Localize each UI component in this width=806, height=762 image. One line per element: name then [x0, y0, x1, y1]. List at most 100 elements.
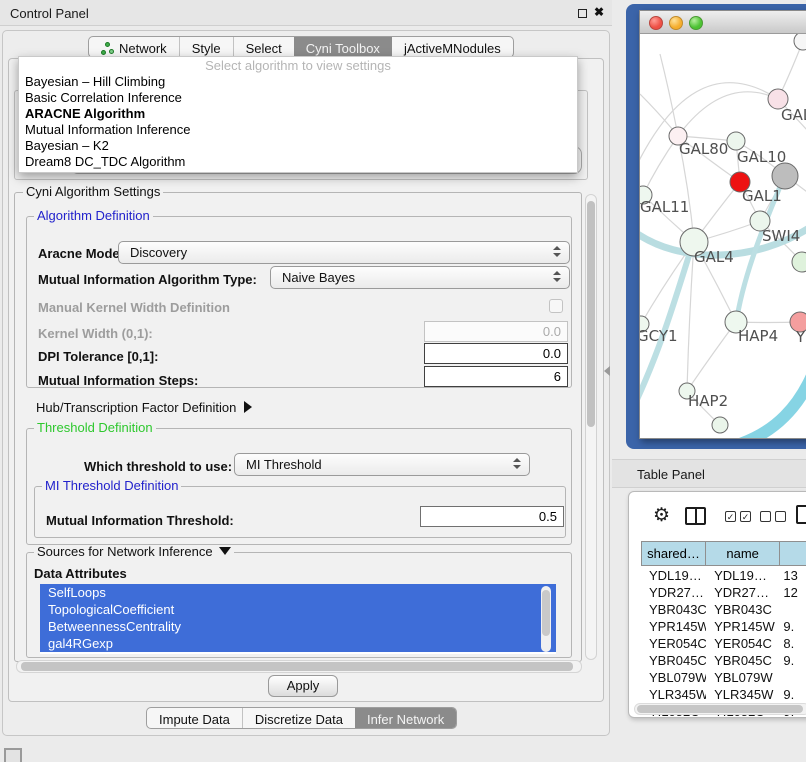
- table-horizontal-scrollbar[interactable]: [634, 703, 806, 715]
- algorithm-option[interactable]: Basic Correlation Inference: [19, 90, 577, 106]
- table-row[interactable]: YBR045CYBR045C9.: [641, 652, 806, 669]
- mi-algorithm-type-combo[interactable]: Naive Bayes: [270, 266, 570, 289]
- kernel-width-label: Kernel Width (0,1):: [38, 326, 153, 341]
- network-edge-thick[interactable]: [740, 366, 806, 438]
- algorithm-option[interactable]: Bayesian – K2: [19, 138, 577, 154]
- table-row[interactable]: YBR043CYBR043C: [641, 601, 806, 618]
- manual-kernel-width-label: Manual Kernel Width Definition: [38, 300, 230, 315]
- tab-style[interactable]: Style: [179, 37, 233, 57]
- network-node-label: HAP2: [688, 392, 728, 410]
- mi-threshold-field[interactable]: 0.5: [420, 506, 564, 527]
- network-node[interactable]: [792, 252, 806, 272]
- column-header[interactable]: shared…: [641, 541, 706, 566]
- settings-vertical-scrollbar[interactable]: [585, 194, 597, 660]
- network-edge[interactable]: [660, 54, 678, 136]
- data-attribute-item[interactable]: BetweennessCentrality: [40, 618, 556, 635]
- table-cell: 8.: [780, 635, 806, 652]
- algorithm-dropdown-popup: Select algorithm to view settings Bayesi…: [18, 56, 578, 173]
- network-node-label: GAL4: [694, 248, 734, 266]
- attributes-scrollbar[interactable]: [541, 586, 551, 652]
- network-node-label: GCY1: [640, 327, 678, 345]
- column-header[interactable]: name: [706, 541, 780, 566]
- table-cell: YPR145W: [641, 618, 706, 635]
- network-edge[interactable]: [687, 322, 736, 391]
- algorithm-dropdown-prompt: Select algorithm to view settings: [19, 59, 577, 74]
- which-threshold-combo[interactable]: MI Threshold: [234, 453, 530, 476]
- control-panel-tabstrip: Network Style Select Cyni Toolbox jActiv…: [88, 36, 514, 58]
- table-row[interactable]: YPR145WYPR145W9.: [641, 618, 806, 635]
- network-window: GALGAL80GAL10GAL1GAL11SWI4GAL4GCY1HAP4YH…: [639, 10, 806, 439]
- manual-kernel-width-checkbox[interactable]: [549, 299, 563, 313]
- sources-group-title[interactable]: Sources for Network Inference: [34, 546, 234, 558]
- algorithm-option[interactable]: Bayesian – Hill Climbing: [19, 74, 577, 90]
- panel-divider-arrow[interactable]: [604, 366, 610, 376]
- network-node-label: SWI4: [762, 227, 800, 245]
- column-selector-icon[interactable]: [685, 507, 706, 525]
- table-cell: YER054C: [641, 635, 706, 652]
- table-row[interactable]: YBL079WYBL079W: [641, 669, 806, 686]
- mi-steps-field[interactable]: 6: [424, 366, 568, 387]
- import-table-icon[interactable]: [796, 505, 806, 524]
- tab-impute-data[interactable]: Impute Data: [147, 708, 242, 728]
- dpi-tolerance-field[interactable]: 0.0: [424, 343, 568, 364]
- apply-button[interactable]: Apply: [268, 675, 338, 697]
- data-attribute-item[interactable]: gal4RGexp: [40, 635, 556, 652]
- expand-right-icon: [244, 401, 252, 413]
- network-node[interactable]: [794, 34, 806, 50]
- select-all-checkbox-icon[interactable]: ✓: [740, 511, 751, 522]
- network-canvas[interactable]: GALGAL80GAL10GAL1GAL11SWI4GAL4GCY1HAP4YH…: [640, 34, 806, 438]
- tab-network[interactable]: Network: [89, 37, 179, 57]
- app-screen: Control Panel ✖ Network Style Select Cyn…: [0, 0, 806, 762]
- table-row[interactable]: YDL19…YDL19…13: [641, 567, 806, 584]
- network-node[interactable]: [772, 163, 798, 189]
- table-cell: 12: [780, 584, 806, 601]
- column-header[interactable]: [780, 541, 806, 566]
- tab-discretize-data[interactable]: Discretize Data: [242, 708, 355, 728]
- data-attributes-list: SelfLoopsTopologicalCoefficientBetweenne…: [40, 584, 556, 654]
- table-row[interactable]: YDR27…YDR27…12: [641, 584, 806, 601]
- hub-definition-expander[interactable]: Hub/Transcription Factor Definition: [36, 400, 252, 415]
- table-cell: 13: [780, 567, 806, 584]
- combo-spinner-icon: [513, 458, 520, 469]
- tab-select[interactable]: Select: [233, 37, 294, 57]
- table-cell: YBR045C: [641, 652, 706, 669]
- window-close-icon[interactable]: [649, 16, 663, 30]
- select-all-checkbox-icon[interactable]: ✓: [725, 511, 736, 522]
- algorithm-option[interactable]: Mutual Information Inference: [19, 122, 577, 138]
- data-attribute-item[interactable]: SelfLoops: [40, 584, 556, 601]
- aracne-mode-combo[interactable]: Discovery: [118, 241, 570, 264]
- settings-horizontal-scrollbar[interactable]: [16, 660, 582, 673]
- network-node[interactable]: [712, 417, 728, 433]
- float-panel-icon[interactable]: [578, 9, 587, 18]
- combo-spinner-icon: [553, 271, 560, 282]
- tab-jactivemnodules[interactable]: jActiveMNodules: [392, 37, 513, 57]
- network-node-label: GAL11: [640, 198, 689, 216]
- deselect-all-checkbox-icon[interactable]: [775, 511, 786, 522]
- deselect-all-checkbox-icon[interactable]: [760, 511, 771, 522]
- table-cell: 9.: [780, 618, 806, 635]
- table-panel-titlebar: Table Panel: [612, 459, 806, 488]
- dpi-tolerance-label: DPI Tolerance [0,1]:: [38, 349, 158, 364]
- network-edge[interactable]: [678, 92, 778, 136]
- docked-panel-icon[interactable]: [4, 748, 22, 762]
- network-edge[interactable]: [640, 83, 778, 184]
- table-row[interactable]: YER054CYER054C8.: [641, 635, 806, 652]
- data-attribute-item[interactable]: TopologicalCoefficient: [40, 601, 556, 618]
- algorithm-option[interactable]: Dream8 DC_TDC Algorithm: [19, 154, 577, 170]
- table-cell: 9.: [780, 652, 806, 669]
- algorithm-option[interactable]: ARACNE Algorithm: [19, 106, 577, 122]
- kernel-width-field[interactable]: 0.0: [424, 321, 568, 342]
- tab-infer-network[interactable]: Infer Network: [355, 708, 456, 728]
- collapse-down-icon: [219, 547, 231, 555]
- table-panel: ⚙ ✓ ✓ shared… name YDL19…YDL19…13YDR27…Y…: [628, 491, 806, 718]
- threshold-definition-title: Threshold Definition: [34, 422, 156, 434]
- tab-cyni-toolbox[interactable]: Cyni Toolbox: [294, 37, 392, 57]
- window-minimize-icon[interactable]: [669, 16, 683, 30]
- window-zoom-icon[interactable]: [689, 16, 703, 30]
- close-panel-icon[interactable]: ✖: [594, 5, 604, 19]
- gear-icon[interactable]: ⚙: [653, 504, 670, 527]
- table-header: shared… name: [641, 541, 806, 566]
- table-cell: 9.: [780, 686, 806, 703]
- network-view-frame: GALGAL80GAL10GAL1GAL11SWI4GAL4GCY1HAP4YH…: [626, 4, 806, 449]
- table-row[interactable]: YLR345WYLR345W9.: [641, 686, 806, 703]
